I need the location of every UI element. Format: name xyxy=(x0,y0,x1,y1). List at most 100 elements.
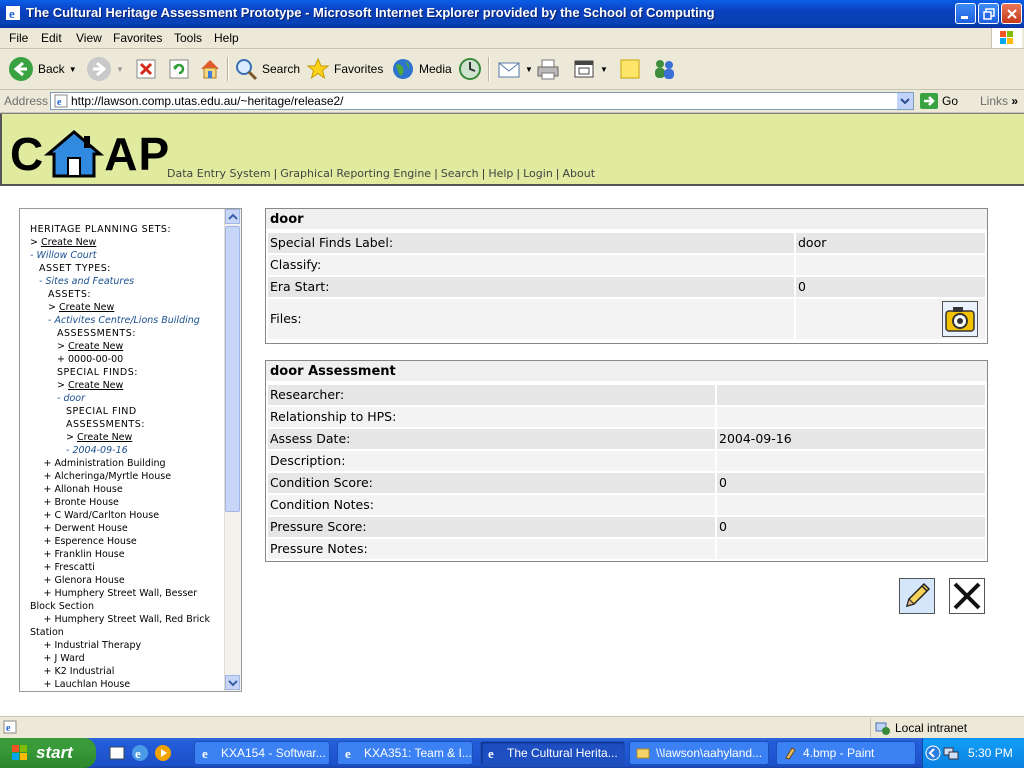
tree-item[interactable]: > Create New xyxy=(30,340,215,353)
tree-item[interactable]: + Industrial Therapy xyxy=(30,639,215,652)
taskbar-item[interactable]: 4.bmp - Paint xyxy=(776,741,916,765)
tree-item[interactable]: + Glenora House xyxy=(30,574,215,587)
home-button[interactable] xyxy=(198,55,222,83)
forward-dropdown-icon: ▼ xyxy=(116,64,124,74)
tree-item[interactable]: + C Ward/Carlton House xyxy=(30,509,215,522)
nav-data-entry-link[interactable]: Data Entry System xyxy=(167,167,271,180)
forward-button[interactable]: ▼ xyxy=(86,55,124,83)
tree-item[interactable]: + 0000-00-00 xyxy=(30,353,215,366)
taskbar-item[interactable]: e KXA154 - Softwar... xyxy=(194,741,330,765)
media-button[interactable]: Media xyxy=(391,55,452,83)
tree-item[interactable]: - Activites Centre/Lions Building xyxy=(30,314,215,327)
favorites-button[interactable]: Favorites xyxy=(306,55,383,83)
camera-icon[interactable] xyxy=(942,301,978,337)
nav-login-link[interactable]: Login xyxy=(523,167,553,180)
tree-prefix: + xyxy=(43,484,55,495)
network-icon[interactable] xyxy=(943,745,959,761)
tree-item[interactable]: + Lauchlan House xyxy=(30,678,215,691)
window-titlebar[interactable]: e The Cultural Heritage Assessment Proto… xyxy=(0,0,1024,28)
tree-item[interactable]: - Sites and Features xyxy=(30,275,215,288)
menu-file[interactable]: File xyxy=(9,31,28,45)
messenger-button[interactable] xyxy=(651,55,677,83)
clock[interactable]: 5:30 PM xyxy=(968,746,1013,760)
tree-item[interactable]: > Create New xyxy=(30,379,215,392)
tree-item[interactable]: Block Section xyxy=(30,600,215,613)
pencil-icon xyxy=(905,582,931,608)
taskbar-item[interactable]: e KXA351: Team & I... xyxy=(337,741,473,765)
edit-dropdown-icon[interactable]: ▼ xyxy=(600,65,608,74)
tree-item[interactable]: + Bronte House xyxy=(30,496,215,509)
history-button[interactable] xyxy=(458,55,482,83)
menu-tools[interactable]: Tools xyxy=(174,31,202,45)
nav-reporting-link[interactable]: Graphical Reporting Engine xyxy=(280,167,431,180)
menu-favorites[interactable]: Favorites xyxy=(113,31,162,45)
mail-button[interactable]: ▼ xyxy=(497,55,533,83)
start-button[interactable]: start xyxy=(0,738,96,768)
tree-scrollbar[interactable] xyxy=(224,209,241,691)
taskbar-item[interactable]: \\lawson\aahyland... xyxy=(629,741,769,765)
tree-item[interactable]: > Create New xyxy=(30,301,215,314)
address-input[interactable]: e http://lawson.comp.utas.edu.au/~herita… xyxy=(50,92,914,110)
go-arrow-icon xyxy=(920,93,938,109)
tree-item[interactable]: + Humphery Street Wall, Red Brick xyxy=(30,613,215,626)
svg-text:e: e xyxy=(345,746,351,760)
quicklaunch-outlook-icon[interactable] xyxy=(108,744,126,762)
tree-item[interactable]: - 2004-09-16 xyxy=(30,444,215,457)
links-button[interactable]: Links » xyxy=(980,94,1018,108)
edit-button[interactable]: ▼ xyxy=(572,55,608,83)
maximize-button[interactable] xyxy=(978,3,999,24)
nav-search-link[interactable]: Search xyxy=(441,167,479,180)
menu-bar: File Edit View Favorites Tools Help xyxy=(0,28,1024,49)
taskbar-item-active[interactable]: e The Cultural Herita... xyxy=(480,741,625,765)
menu-help[interactable]: Help xyxy=(214,31,239,45)
delete-button[interactable] xyxy=(949,578,985,614)
scroll-up-icon[interactable] xyxy=(225,209,240,224)
tree-item[interactable]: + J Ward xyxy=(30,652,215,665)
print-button[interactable] xyxy=(536,55,560,83)
quicklaunch-media-icon[interactable] xyxy=(154,744,172,762)
scroll-thumb[interactable] xyxy=(225,226,240,512)
quicklaunch-ie-icon[interactable]: e xyxy=(131,744,149,762)
tree-prefix: + xyxy=(43,523,55,534)
tree-item[interactable]: + Esperence House xyxy=(30,535,215,548)
nav-help-link[interactable]: Help xyxy=(488,167,513,180)
tray-expand-icon[interactable] xyxy=(925,745,941,761)
go-button[interactable]: Go xyxy=(920,93,958,109)
chap-logo[interactable]: C AP xyxy=(10,128,170,180)
menu-edit[interactable]: Edit xyxy=(41,31,62,45)
tree-item[interactable]: + Humphery Street Wall, Besser xyxy=(30,587,215,600)
minimize-button[interactable] xyxy=(955,3,976,24)
scroll-down-icon[interactable] xyxy=(225,675,240,690)
refresh-button[interactable] xyxy=(168,55,190,83)
tree-item[interactable]: + Franklin House xyxy=(30,548,215,561)
tree-item[interactable]: Station xyxy=(30,626,215,639)
nav-about-link[interactable]: About xyxy=(563,167,596,180)
tree-item[interactable]: + Allonah House xyxy=(30,483,215,496)
tree-item[interactable]: - Willow Court xyxy=(30,249,215,262)
tree-prefix: + xyxy=(43,575,55,586)
search-button[interactable]: Search xyxy=(234,55,300,83)
menu-view[interactable]: View xyxy=(76,31,102,45)
back-button[interactable]: Back ▼ xyxy=(8,55,77,83)
back-dropdown-icon[interactable]: ▼ xyxy=(69,65,77,74)
stop-button[interactable] xyxy=(135,55,157,83)
tree-item[interactable]: + Administration Building xyxy=(30,457,215,470)
mail-dropdown-icon[interactable]: ▼ xyxy=(525,65,533,74)
star-icon xyxy=(306,57,330,80)
tree-item: HERITAGE PLANNING SETS: xyxy=(30,223,215,236)
tree-item[interactable]: + Frescatti xyxy=(30,561,215,574)
tree-item[interactable]: > Create New xyxy=(30,431,215,444)
tree-prefix: + xyxy=(43,562,55,573)
close-window-button[interactable] xyxy=(1001,3,1022,24)
tree-item[interactable]: + K2 Industrial xyxy=(30,665,215,678)
tree-item[interactable]: + Alcheringa/Myrtle House xyxy=(30,470,215,483)
svg-text:e: e xyxy=(488,746,494,760)
discuss-button[interactable] xyxy=(618,55,642,83)
tree-item[interactable]: > Create New xyxy=(30,236,215,249)
tree-item[interactable]: + Derwent House xyxy=(30,522,215,535)
svg-text:e: e xyxy=(202,746,208,760)
edit-button[interactable] xyxy=(899,578,935,614)
intranet-icon xyxy=(875,722,890,735)
tree-item[interactable]: - door xyxy=(30,392,215,405)
address-dropdown-icon[interactable] xyxy=(897,93,913,109)
